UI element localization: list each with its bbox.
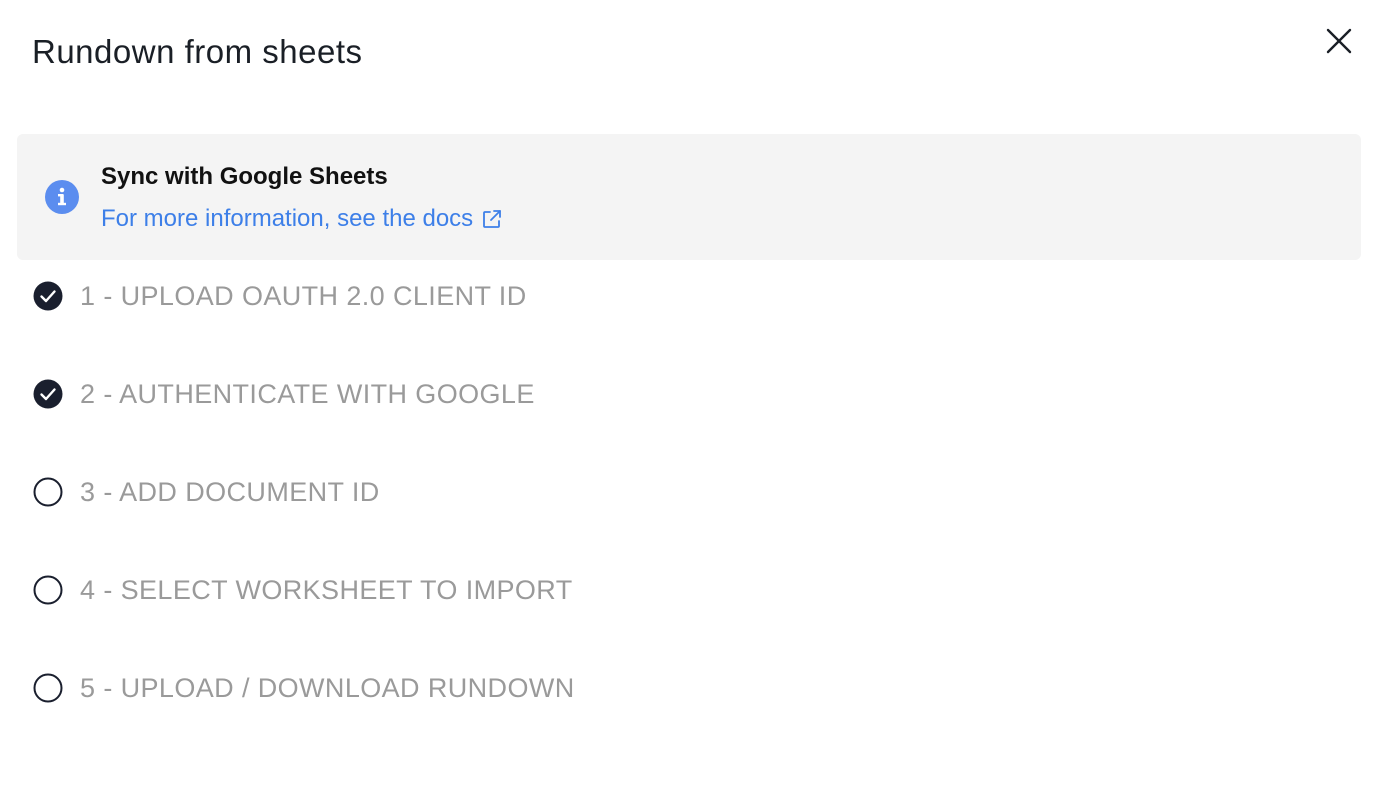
empty-circle-icon <box>33 673 63 703</box>
step-upload-download-rundown[interactable]: 5 - UPLOAD / DOWNLOAD RUNDOWN <box>33 663 1333 713</box>
step-authenticate-with-google[interactable]: 2 - AUTHENTICATE WITH GOOGLE <box>33 369 1333 419</box>
external-link-icon <box>483 210 502 228</box>
check-circle-icon <box>33 281 63 311</box>
step-label: 2 - AUTHENTICATE WITH GOOGLE <box>80 379 535 409</box>
step-label: 3 - ADD DOCUMENT ID <box>80 477 380 507</box>
info-title: Sync with Google Sheets <box>101 163 388 190</box>
step-label: 5 - UPLOAD / DOWNLOAD RUNDOWN <box>80 673 575 703</box>
step-upload-oauth-client-id[interactable]: 1 - UPLOAD OAUTH 2.0 CLIENT ID <box>33 271 1333 321</box>
empty-circle-icon <box>33 477 63 507</box>
modal-title: Rundown from sheets <box>32 33 363 70</box>
docs-link-label: For more information, see the docs <box>101 205 474 232</box>
empty-circle-icon <box>33 575 63 605</box>
steps-list: 1 - UPLOAD OAUTH 2.0 CLIENT ID 2 - AUTHE… <box>33 271 1333 761</box>
docs-link[interactable]: For more information, see the docs <box>101 204 503 234</box>
step-add-document-id[interactable]: 3 - ADD DOCUMENT ID <box>33 467 1333 517</box>
close-button[interactable] <box>1318 20 1360 62</box>
step-label: 1 - UPLOAD OAUTH 2.0 CLIENT ID <box>80 281 527 311</box>
check-circle-icon <box>33 379 63 409</box>
close-icon <box>1326 28 1352 54</box>
info-icon <box>45 180 79 214</box>
info-callout: Sync with Google Sheets For more informa… <box>17 134 1361 260</box>
step-label: 4 - SELECT WORKSHEET TO IMPORT <box>80 575 573 605</box>
rundown-from-sheets-modal: Rundown from sheets Sync with Google She… <box>0 0 1382 803</box>
step-select-worksheet[interactable]: 4 - SELECT WORKSHEET TO IMPORT <box>33 565 1333 615</box>
